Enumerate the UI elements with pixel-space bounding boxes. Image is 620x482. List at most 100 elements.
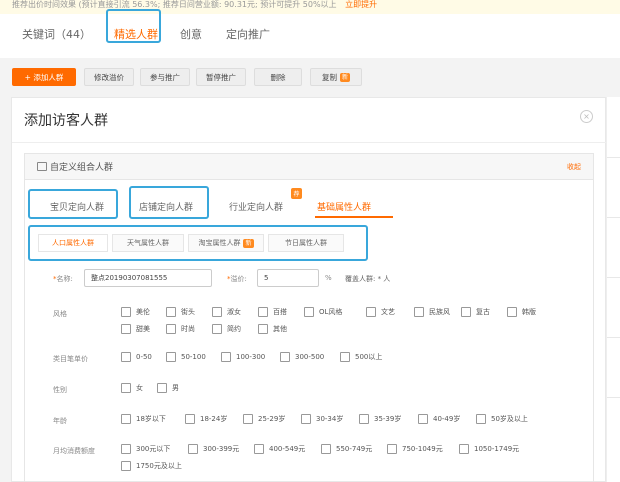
notice-text: 推荐出价时间效果 (预计直接引流 56.3%; 推荐日间营业额: 90.31元;… bbox=[12, 0, 337, 9]
coverage-text: 覆盖人群: * 人 bbox=[345, 275, 391, 283]
price-label: 类目笔单价 bbox=[53, 355, 88, 363]
highlight-box bbox=[129, 186, 209, 219]
notice-link[interactable]: 立即提升 bbox=[345, 0, 377, 9]
style-option[interactable]: 甜美 bbox=[121, 324, 150, 334]
spend-option[interactable]: 750-1049元 bbox=[387, 444, 443, 454]
spend-option[interactable]: 400-549元 bbox=[254, 444, 305, 454]
age-option[interactable]: 50岁及以上 bbox=[476, 414, 528, 424]
age-option[interactable]: 18岁以下 bbox=[121, 414, 166, 424]
checkbox-icon bbox=[121, 307, 131, 317]
tab-keywords[interactable]: 关键词（44） bbox=[22, 26, 91, 42]
gender-label: 性别 bbox=[53, 386, 67, 394]
new-badge: 新 bbox=[339, 72, 350, 82]
checkbox-icon bbox=[166, 324, 176, 334]
modal-title: 添加访客人群 bbox=[24, 113, 108, 129]
checkbox-icon bbox=[243, 414, 253, 424]
tab-basic-attributes[interactable]: 基础属性人群 bbox=[317, 200, 371, 213]
gender-option[interactable]: 男 bbox=[157, 383, 179, 393]
age-option[interactable]: 25-29岁 bbox=[243, 414, 285, 424]
checkbox-icon bbox=[212, 307, 222, 317]
checkbox-icon bbox=[387, 444, 397, 454]
close-icon[interactable]: × bbox=[580, 110, 593, 123]
checkbox-icon bbox=[121, 383, 131, 393]
checkbox-icon bbox=[507, 307, 517, 317]
spend-option[interactable]: 300-399元 bbox=[188, 444, 239, 454]
join-promotion-button[interactable]: 参与推广 bbox=[140, 68, 190, 86]
checkbox-icon bbox=[459, 444, 469, 454]
style-option[interactable]: 简约 bbox=[212, 324, 241, 334]
checkbox-icon bbox=[304, 307, 314, 317]
checkbox-icon bbox=[121, 461, 131, 471]
checkbox-icon bbox=[157, 383, 167, 393]
checkbox-icon bbox=[121, 352, 131, 362]
style-option[interactable]: 文艺 bbox=[366, 307, 395, 317]
tab-creative[interactable]: 创意 bbox=[180, 26, 202, 42]
checkbox-icon bbox=[476, 414, 486, 424]
checkbox-icon bbox=[254, 444, 264, 454]
style-option[interactable]: 韩版 bbox=[507, 307, 536, 317]
price-option[interactable]: 500以上 bbox=[340, 352, 382, 362]
style-option[interactable]: 美伦 bbox=[121, 307, 150, 317]
gender-option[interactable]: 女 bbox=[121, 383, 143, 393]
custom-group-card: 自定义组合人群 收起 宝贝定向人群 店铺定向人群 行业定向人群 基础属性人群 荐… bbox=[24, 153, 594, 482]
checkbox-icon bbox=[321, 444, 331, 454]
notice-bar: 推荐出价时间效果 (预计直接引流 56.3%; 推荐日间营业额: 90.31元;… bbox=[0, 0, 620, 14]
row-divider bbox=[607, 277, 620, 278]
divider bbox=[12, 142, 607, 143]
checkbox-icon bbox=[301, 414, 311, 424]
style-option[interactable]: 时尚 bbox=[166, 324, 195, 334]
add-audience-modal: 添加访客人群 × 自定义组合人群 收起 宝贝定向人群 店铺定向人群 行业定向人群… bbox=[11, 97, 607, 482]
checkbox-icon bbox=[258, 307, 268, 317]
tab-targeting[interactable]: 定向推广 bbox=[226, 26, 270, 42]
age-option[interactable]: 35-39岁 bbox=[359, 414, 401, 424]
card-title: 自定义组合人群 bbox=[50, 163, 114, 173]
checkbox-icon bbox=[340, 352, 350, 362]
highlight-box bbox=[106, 9, 161, 43]
add-audience-button[interactable]: + 添加人群 bbox=[12, 68, 76, 86]
highlight-box bbox=[28, 189, 118, 219]
style-option[interactable]: OL风格 bbox=[304, 307, 342, 317]
price-option[interactable]: 100-300 bbox=[221, 352, 265, 362]
style-option[interactable]: 复古 bbox=[461, 307, 490, 317]
copy-button[interactable]: 复制 新 bbox=[310, 68, 362, 86]
age-option[interactable]: 30-34岁 bbox=[301, 414, 343, 424]
row-divider bbox=[607, 157, 620, 158]
checkbox-icon bbox=[258, 324, 268, 334]
modify-premium-button[interactable]: 修改溢价 bbox=[84, 68, 134, 86]
name-input[interactable]: 整点20190307081555 bbox=[84, 269, 212, 287]
spend-option[interactable]: 550-749元 bbox=[321, 444, 372, 454]
age-option[interactable]: 40-49岁 bbox=[418, 414, 460, 424]
style-option[interactable]: 民族风 bbox=[414, 307, 450, 317]
age-label: 年龄 bbox=[53, 417, 67, 425]
row-divider bbox=[607, 217, 620, 218]
pause-promotion-button[interactable]: 暂停推广 bbox=[196, 68, 246, 86]
checkbox-icon bbox=[212, 324, 222, 334]
highlight-box bbox=[28, 225, 368, 261]
price-option[interactable]: 0-50 bbox=[121, 352, 152, 362]
checkbox-icon bbox=[366, 307, 376, 317]
collapse-link[interactable]: 收起 bbox=[567, 162, 581, 172]
tab-industry-targeting[interactable]: 行业定向人群 bbox=[229, 200, 283, 213]
premium-input[interactable]: 5 bbox=[257, 269, 319, 287]
main-tabs: 关键词（44） 精选人群 创意 定向推广 bbox=[0, 9, 620, 58]
price-option[interactable]: 300-500 bbox=[280, 352, 324, 362]
style-option[interactable]: 百搭 bbox=[258, 307, 287, 317]
checkbox-icon bbox=[121, 414, 131, 424]
style-option[interactable]: 街头 bbox=[166, 307, 195, 317]
name-label: *名称: bbox=[53, 275, 73, 283]
spend-option[interactable]: 300元以下 bbox=[121, 444, 170, 454]
age-option[interactable]: 18-24岁 bbox=[185, 414, 227, 424]
card-header: 自定义组合人群 收起 bbox=[25, 154, 593, 180]
style-option[interactable]: 其他 bbox=[258, 324, 287, 334]
spend-option[interactable]: 1750元及以上 bbox=[121, 461, 182, 471]
toolbar: + 添加人群 修改溢价 参与推广 暂停推广 删除 复制 新 bbox=[0, 58, 620, 98]
spend-option[interactable]: 1050-1749元 bbox=[459, 444, 519, 454]
background-table-edge bbox=[606, 97, 620, 482]
checkbox-icon bbox=[418, 414, 428, 424]
price-option[interactable]: 50-100 bbox=[166, 352, 206, 362]
style-option[interactable]: 淑女 bbox=[212, 307, 241, 317]
checkbox-icon bbox=[359, 414, 369, 424]
active-tab-underline bbox=[315, 216, 393, 218]
delete-button[interactable]: 删除 bbox=[254, 68, 302, 86]
checkbox-icon bbox=[121, 444, 131, 454]
